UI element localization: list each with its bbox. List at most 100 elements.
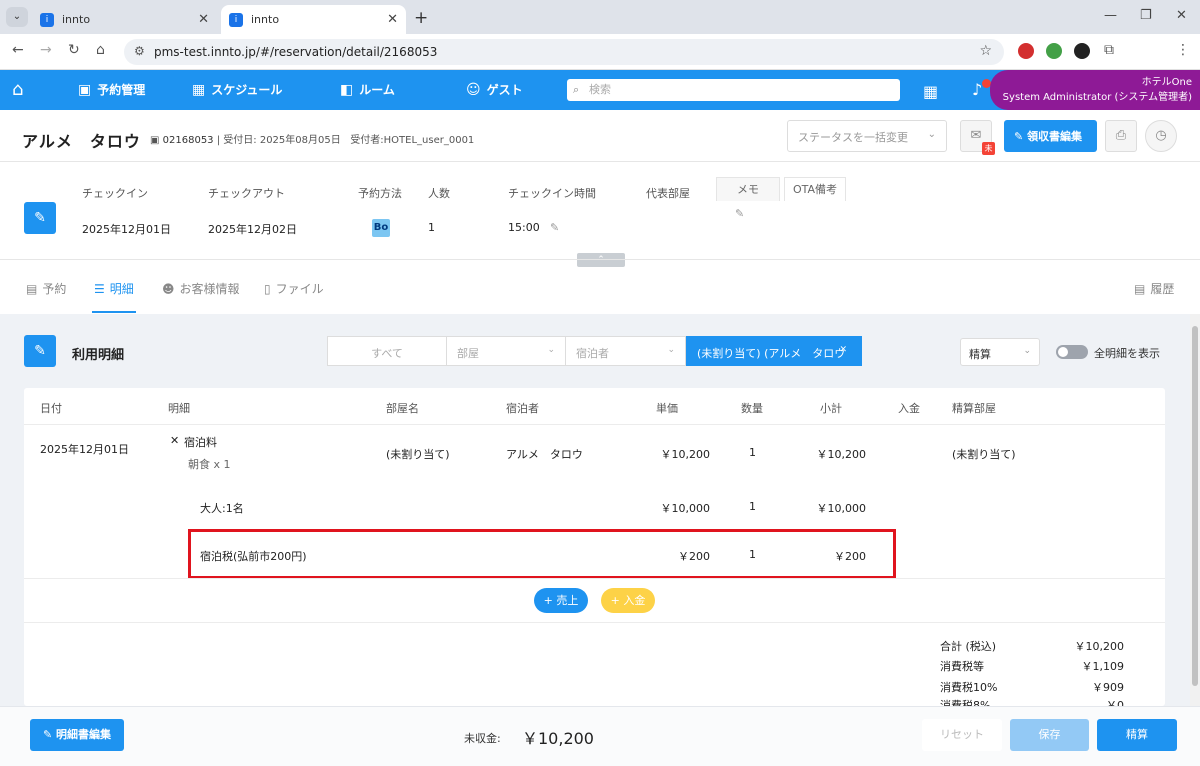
checkin-time-label: チェックイン時間 [508,187,596,200]
tab-guest-info[interactable]: ☻ お客様情報 [162,280,240,297]
row-item-sub: 朝食 x 1 [188,458,231,471]
tab-details[interactable]: ☰ 明細 [94,280,134,297]
pencil-icon: ✎ [1014,130,1024,143]
col-subtotal: 小計 [820,402,842,415]
window-close-icon[interactable]: ✕ [1176,8,1187,23]
tab-title: innto [251,13,280,26]
add-payment-button[interactable]: + 入金 [601,588,655,613]
mail-unread-badge: 未 [982,142,995,155]
rep-room-label: 代表部屋 [646,187,690,200]
settle-button[interactable]: 精算 [1097,719,1177,751]
print-button[interactable]: ⎙ [1105,120,1137,152]
close-x-icon[interactable]: ✕ [839,345,847,355]
new-tab-icon[interactable]: + [414,8,428,28]
adult-item: 大人:1名 [200,502,244,515]
people-count: 1 [428,221,435,234]
filter-guest-select[interactable]: 宿泊者 ⌄ [565,336,686,366]
hotel-name: ホテルOne [1141,77,1192,88]
tab-search-icon[interactable]: ⌄ [6,7,28,27]
edit-reservation-button[interactable]: ✎ [24,202,56,234]
pencil-icon: ✎ [34,343,46,359]
printer-icon: ⎙ [1115,128,1127,143]
browser-tab-active[interactable]: i innto ✕ [221,5,406,34]
search-input[interactable]: ⌕ 検索 [567,79,900,101]
search-icon: ⌕ [573,83,580,96]
col-room: 部屋名 [386,402,419,415]
tab-history[interactable]: ▤ 履歴 [1134,280,1174,297]
edit-time-pencil-icon[interactable]: ✎ [550,221,559,234]
memo-tab[interactable]: メモ [716,177,780,201]
forward-icon[interactable]: → [40,42,52,58]
url-field[interactable]: ⚙ pms-test.innto.jp/#/reservation/detail… [124,39,1004,65]
nav-reservation[interactable]: ▣ 予約管理 [78,81,145,98]
adult-unit: ￥10,000 [660,502,711,515]
notification-bell-icon[interactable]: ♪ [972,80,982,99]
browser-menu-icon[interactable]: ⋮ [1176,42,1190,58]
hotel-user-panel[interactable]: ホテルOne System Administrator (システム管理者) [990,70,1200,110]
add-sales-button[interactable]: + 売上 [534,588,588,613]
extension-icon[interactable] [1074,43,1090,59]
filter-unassigned[interactable]: (未割り当て) (アルメ タロウ ✕ [686,336,862,366]
chevron-down-icon: ⌄ [927,129,936,140]
save-button[interactable]: 保存 [1010,719,1089,751]
tab-label: 予約 [42,282,67,296]
row-unit: ￥10,200 [660,448,711,461]
ota-notes-tab[interactable]: OTA備考 [784,177,846,201]
minimize-icon[interactable]: — [1104,8,1117,23]
extension-icon[interactable] [1046,43,1062,59]
extension-icon[interactable] [1018,43,1034,59]
row-item: 宿泊料 [184,436,217,449]
nav-schedule[interactable]: ▦ スケジュール [192,81,282,98]
site-info-icon[interactable]: ⚙ [134,44,145,58]
filter-room-select[interactable]: 部屋 ⌄ [446,336,566,366]
home-icon[interactable]: ⌂ [12,79,23,100]
tab-close-icon[interactable]: ✕ [387,12,398,27]
innto-favicon-icon: i [40,12,54,27]
file-icon: ▯ [264,281,271,296]
show-all-toggle[interactable] [1056,345,1088,359]
row-divider [24,622,1165,623]
settle-select[interactable]: 精算 ⌄ [960,338,1040,366]
divider [0,259,1200,260]
edit-memo-pencil-icon[interactable]: ✎ [735,207,744,220]
nav-guest[interactable]: ☺ ゲスト [466,81,523,98]
adult-subtotal: ￥10,000 [816,502,867,515]
edit-details-button[interactable]: ✎ [24,335,56,367]
booking-method-badge: Bo [372,219,390,237]
statement-edit-button[interactable]: ✎ 明細書編集 [30,719,124,751]
tab-files[interactable]: ▯ ファイル [264,280,324,297]
app-grid-icon[interactable]: ▦ [923,82,938,101]
home-page-icon[interactable]: ⌂ [96,42,105,58]
reset-button[interactable]: リセット [922,719,1002,751]
tab-label: 履歴 [1150,282,1175,296]
chevron-down-icon: ⌄ [667,345,675,355]
bookmark-star-icon[interactable]: ☆ [979,43,992,59]
reload-icon[interactable]: ↻ [68,42,80,58]
url-text: pms-test.innto.jp/#/reservation/detail/2… [154,45,438,59]
highlight-box [188,529,896,579]
row-divider [24,578,1165,579]
browser-tab[interactable]: i innto ✕ [32,5,217,34]
pencil-icon: ✎ [34,210,46,226]
row-room: (未割り当て) [386,448,450,461]
collapse-chevron-up-icon[interactable]: ⌃ [577,253,625,267]
back-icon[interactable]: ← [12,42,24,58]
scrollbar-thumb[interactable] [1192,326,1198,686]
room-icon: ◧ [340,81,354,98]
restore-icon[interactable]: ❐ [1140,8,1152,23]
history-button[interactable]: ◷ [1145,120,1177,152]
status-bulk-select[interactable]: ステータスを一括変更 ⌄ [787,120,947,152]
nav-room[interactable]: ◧ ルーム [340,81,395,98]
history-doc-icon: ▤ [1134,281,1146,296]
remove-item-x-icon[interactable]: ✕ [170,434,179,447]
filter-all[interactable]: すべて [327,336,447,366]
receipt-edit-button[interactable]: ✎ 領収書編集 [1004,120,1097,152]
tab-close-icon[interactable]: ✕ [198,12,209,27]
extensions-puzzle-icon[interactable]: ⧉ [1104,42,1114,58]
browser-tab-bar: ⌄ i innto ✕ i innto ✕ + — ❐ ✕ [0,0,1200,34]
row-settle-room: (未割り当て) [952,448,1016,461]
status-placeholder: ステータスを一括変更 [798,131,908,144]
show-all-label: 全明細を表示 [1094,347,1160,360]
tab-label: 明細 [109,282,134,296]
tab-reservation[interactable]: ▤ 予約 [26,280,66,297]
